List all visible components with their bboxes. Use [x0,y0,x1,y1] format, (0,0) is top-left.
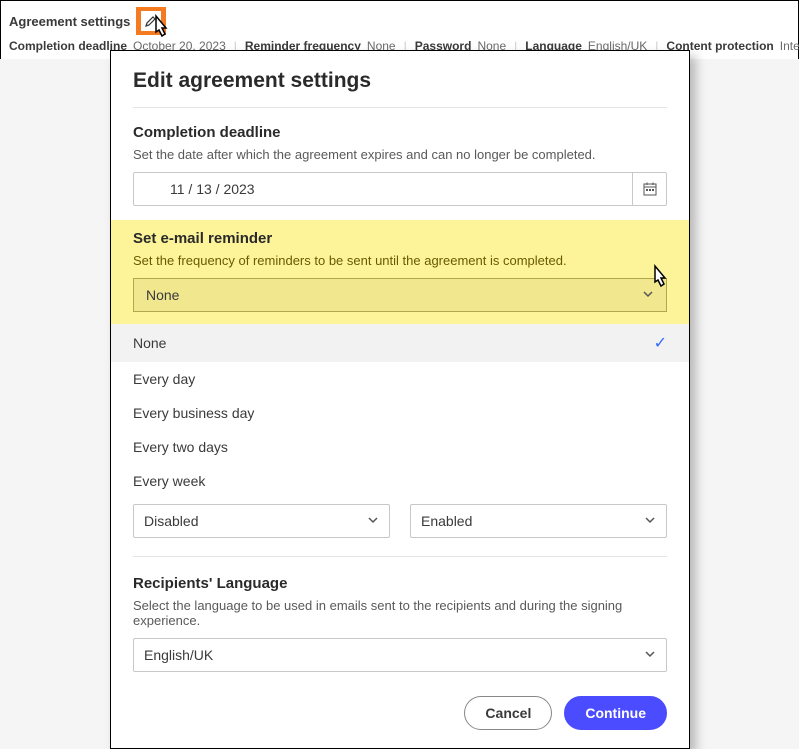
language-select[interactable]: English/UK [133,638,667,672]
deadline-date-value: 11 / 13 / 2023 [170,181,656,197]
reminder-option-every-week[interactable]: Every week [111,464,689,498]
chevron-down-icon [644,513,656,529]
reminder-section-desc: Set the frequency of reminders to be sen… [133,253,667,268]
deadline-section-desc: Set the date after which the agreement e… [133,147,667,162]
chevron-down-icon [642,287,654,303]
language-section: Recipients' Language Select the language… [133,575,667,672]
calendar-icon[interactable] [632,173,666,205]
page-title: Agreement settings [9,14,130,29]
chevron-down-icon [367,513,379,529]
continue-button[interactable]: Continue [564,696,667,730]
language-section-title: Recipients' Language [133,575,667,592]
modal-title: Edit agreement settings [133,69,667,93]
check-icon: ✓ [654,333,667,353]
deadline-date-input[interactable]: 11 / 13 / 2023 [133,172,667,206]
pencil-icon [141,11,161,31]
cancel-button[interactable]: Cancel [464,696,552,730]
edit-agreement-modal: Edit agreement settings Completion deadl… [110,50,690,749]
chevron-down-icon [644,647,656,663]
deadline-section: Completion deadline Set the date after w… [133,124,667,206]
reminder-option-none[interactable]: None ✓ [111,324,689,362]
reminder-selected-value: None [146,287,179,303]
language-select-value: English/UK [144,647,644,663]
protection-value: Internal disabled & External enabled [780,39,799,53]
language-section-desc: Select the language to be used in emails… [133,598,667,628]
external-protection-select[interactable]: Enabled [410,504,667,538]
reminder-frequency-dropdown: None ✓ Every day Every business day Ever… [111,324,689,498]
reminder-section: Set e-mail reminder Set the frequency of… [111,220,689,324]
reminder-frequency-select[interactable]: None [133,278,667,312]
deadline-section-title: Completion deadline [133,124,667,141]
edit-settings-button[interactable] [136,7,166,35]
external-select-value: Enabled [421,513,644,529]
internal-select-value: Disabled [144,513,367,529]
reminder-option-every-two-days[interactable]: Every two days [111,430,689,464]
internal-protection-select[interactable]: Disabled [133,504,390,538]
reminder-section-title: Set e-mail reminder [133,230,667,247]
reminder-option-every-day[interactable]: Every day [111,362,689,396]
reminder-option-every-business-day[interactable]: Every business day [111,396,689,430]
